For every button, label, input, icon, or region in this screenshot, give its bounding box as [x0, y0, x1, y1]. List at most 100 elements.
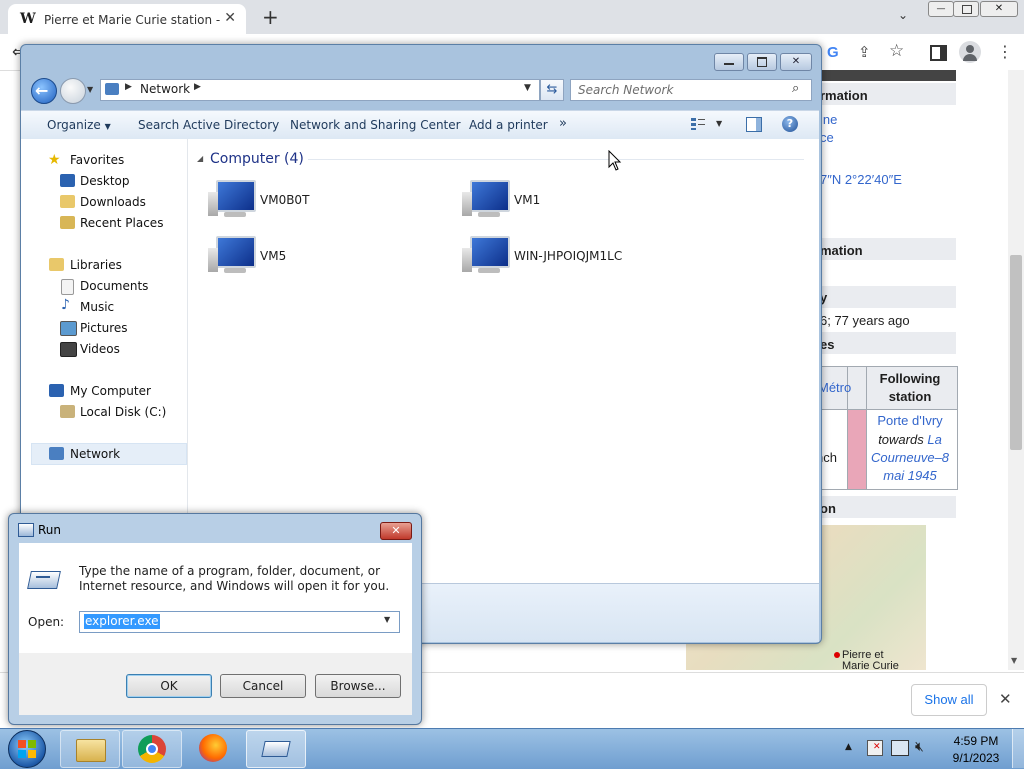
computer-icon[interactable]	[462, 178, 510, 222]
clock-time: 4:59 PM	[953, 734, 999, 748]
forward-button[interactable]	[60, 78, 86, 104]
change-view-icon[interactable]	[691, 118, 705, 130]
libraries-icon	[49, 258, 64, 271]
show-all-button[interactable]: Show all	[911, 684, 987, 716]
scroll-down-arrow-icon[interactable]: ▼	[1011, 656, 1017, 665]
address-history-chevron-down-icon[interactable]: ▼	[524, 83, 531, 93]
nav-network[interactable]: Network	[70, 447, 120, 461]
browser-tab[interactable]: W Pierre et Marie Curie station - W ✕	[8, 4, 246, 34]
search-active-directory-button[interactable]: Search Active Directory	[138, 118, 279, 132]
nav-desktop[interactable]: Desktop	[80, 174, 130, 188]
menu-kebab-icon[interactable]: ⋮	[997, 42, 1013, 61]
new-tab-button[interactable]: +	[262, 5, 279, 29]
infobox-link[interactable]: ce	[820, 130, 834, 145]
computer-name[interactable]: VM5	[260, 249, 286, 263]
nav-my-computer[interactable]: My Computer	[70, 384, 151, 398]
network-sharing-center-button[interactable]: Network and Sharing Center	[290, 118, 461, 132]
open-input-value[interactable]: explorer.exe	[84, 614, 160, 629]
nav-documents[interactable]: Documents	[80, 279, 148, 293]
system-clock[interactable]: 4:59 PM 9/1/2023	[946, 734, 1006, 765]
open-history-chevron-down-icon[interactable]: ▼	[384, 615, 390, 624]
browser-restore-button[interactable]	[953, 1, 979, 17]
folder-icon	[76, 739, 106, 762]
side-panel-icon[interactable]	[930, 45, 947, 61]
group-collapse-icon[interactable]: ◢	[197, 154, 203, 163]
my-computer-icon	[49, 384, 64, 397]
nav-music[interactable]: Music	[80, 300, 114, 314]
taskbar-explorer-button[interactable]	[60, 730, 120, 768]
computer-icon[interactable]	[462, 234, 510, 278]
metro-link[interactable]: Métro	[818, 380, 851, 395]
clock-date: 9/1/2023	[952, 751, 1000, 765]
preview-pane-icon[interactable]	[746, 117, 762, 132]
search-input[interactable]: Search Network	[578, 83, 673, 97]
browser-minimize-button[interactable]: —	[928, 1, 954, 17]
view-options-chevron-down-icon[interactable]: ▼	[716, 119, 722, 128]
coordinates-link[interactable]: 7″N 2°22′40″E	[820, 172, 902, 187]
run-close-button[interactable]: ✕	[380, 522, 412, 540]
computer-name[interactable]: WIN-JHPOIQJM1LC	[514, 249, 622, 263]
explorer-minimize-button[interactable]	[714, 53, 744, 71]
taskbar-run-button[interactable]	[246, 730, 306, 768]
organize-button[interactable]: Organize ▼	[47, 118, 111, 132]
profile-avatar-icon[interactable]	[959, 41, 981, 63]
explorer-close-button[interactable]: ✕	[780, 53, 812, 71]
nav-videos[interactable]: Videos	[80, 342, 120, 356]
back-button[interactable]: ←	[31, 78, 57, 104]
download-bar-close-icon[interactable]: ✕	[999, 690, 1012, 708]
explorer-maximize-button[interactable]	[747, 53, 777, 71]
google-icon[interactable]: G	[827, 44, 839, 61]
browse-button[interactable]: Browse...	[315, 674, 401, 698]
show-hidden-icons-icon[interactable]: ▲	[845, 742, 852, 752]
command-bar: Organize ▼ Search Active Directory Netwo…	[21, 110, 819, 140]
nav-local-disk[interactable]: Local Disk (C:)	[80, 405, 166, 419]
refresh-button[interactable]: ⇆	[540, 79, 564, 101]
organize-chevron-down-icon: ▼	[104, 122, 111, 131]
computer-icon[interactable]	[208, 178, 256, 222]
help-icon[interactable]: ?	[782, 116, 798, 132]
nav-libraries[interactable]: Libraries	[70, 258, 122, 272]
address-bar[interactable]: ▶ Network ▶ ▼	[100, 79, 540, 101]
share-icon[interactable]: ⇪	[858, 43, 871, 61]
group-header[interactable]: Computer (4)	[210, 151, 304, 167]
browser-close-button[interactable]: ✕	[980, 1, 1018, 17]
taskbar-chrome-button[interactable]	[122, 730, 182, 768]
computer-name[interactable]: VM0B0T	[260, 193, 309, 207]
bookmark-star-icon[interactable]: ☆	[889, 41, 904, 61]
breadcrumb-arrow-icon[interactable]: ▶	[125, 82, 132, 92]
nav-favorites[interactable]: Favorites	[70, 153, 124, 167]
nav-pictures[interactable]: Pictures	[80, 321, 128, 335]
cancel-button[interactable]: Cancel	[220, 674, 306, 698]
breadcrumb-network[interactable]: Network	[140, 82, 190, 96]
start-button[interactable]	[8, 730, 46, 768]
add-printer-button[interactable]: Add a printer	[469, 118, 548, 132]
videos-icon	[60, 342, 77, 357]
action-center-flag-icon[interactable]: ✕	[867, 740, 883, 756]
following-station-link[interactable]: Porte d'Ivry	[870, 413, 950, 428]
search-box[interactable]: Search Network ⌕	[570, 79, 812, 101]
taskbar-firefox-button[interactable]	[184, 730, 242, 766]
chrome-icon	[138, 735, 166, 763]
nav-downloads[interactable]: Downloads	[80, 195, 146, 209]
network-tray-icon[interactable]	[891, 740, 909, 756]
nav-recent-places[interactable]: Recent Places	[80, 216, 163, 230]
page-scrollbar-thumb[interactable]	[1010, 255, 1022, 450]
tab-close-icon[interactable]: ✕	[224, 10, 236, 26]
search-icon[interactable]: ⌕	[792, 81, 799, 96]
run-title: Run	[38, 523, 62, 537]
ok-button[interactable]: OK	[126, 674, 212, 698]
browser-tab-title: Pierre et Marie Curie station - W	[44, 13, 220, 27]
computer-name[interactable]: VM1	[514, 193, 540, 207]
computer-icon[interactable]	[208, 234, 256, 278]
documents-icon	[61, 279, 74, 295]
following-station-direction: towards La Courneuve–8 mai 1945	[870, 432, 950, 483]
infobox-link[interactable]: ine	[820, 112, 837, 127]
line-color-cell	[848, 410, 866, 489]
show-desktop-button[interactable]	[1012, 729, 1024, 768]
tab-search-chevron-down-icon[interactable]: ⌄	[898, 8, 908, 22]
local-disk-icon	[60, 405, 75, 418]
volume-muted-icon[interactable]: 🔇︎	[915, 739, 924, 755]
more-commands-button[interactable]: »	[559, 116, 567, 131]
breadcrumb-arrow-icon[interactable]: ▶	[194, 82, 201, 92]
recent-pages-chevron-down-icon[interactable]: ▼	[87, 85, 93, 94]
